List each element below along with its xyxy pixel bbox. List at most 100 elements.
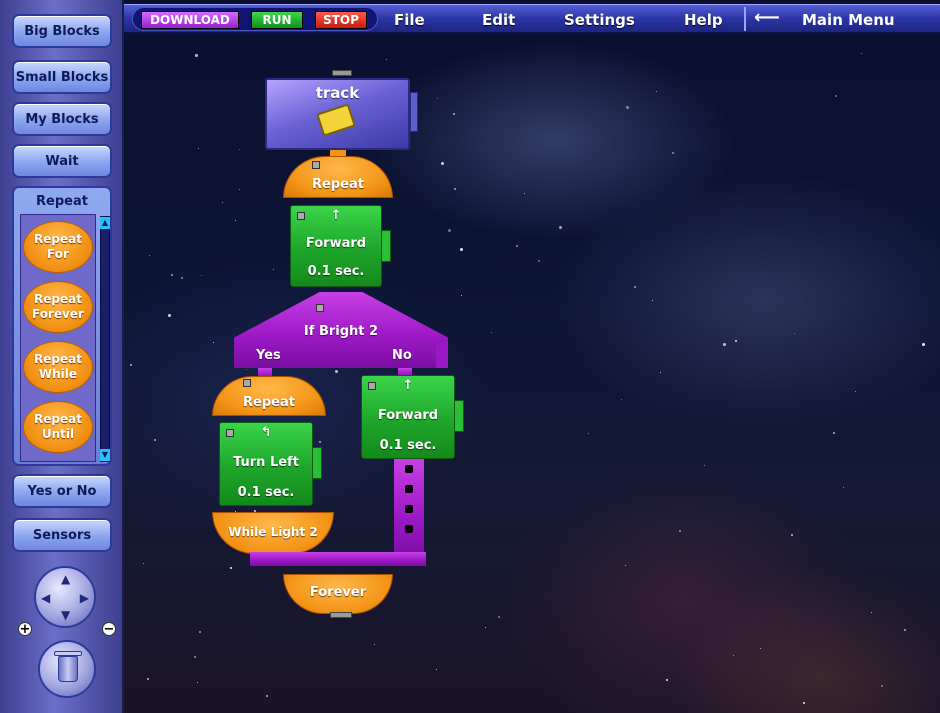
star: [655, 90, 657, 92]
yes-or-no-button[interactable]: Yes or No: [12, 474, 112, 508]
my-blocks-button[interactable]: My Blocks: [12, 102, 112, 136]
forward2-label: Forward: [377, 408, 439, 423]
zoom-out-icon[interactable]: −: [102, 622, 116, 636]
sensors-label: Sensors: [32, 527, 92, 543]
my-blocks-label: My Blocks: [25, 111, 99, 127]
inner-repeat-port-icon: [243, 379, 251, 387]
if-label: If Bright 2: [303, 324, 379, 339]
forward1-tab: [381, 230, 391, 262]
no-branch-rail: [394, 459, 424, 559]
star: [903, 629, 906, 632]
robot-icon: [316, 103, 356, 137]
star: [181, 276, 184, 279]
start-top-connector: [332, 70, 352, 76]
big-blocks-label: Big Blocks: [24, 23, 100, 39]
repeat-until-block[interactable]: Repeat Until: [23, 401, 93, 453]
outer-repeat-port-icon: [312, 161, 320, 169]
zoom-in-icon[interactable]: +: [18, 622, 32, 636]
star: [834, 95, 837, 98]
repeat-forever-block[interactable]: Repeat Forever: [23, 281, 93, 333]
star: [537, 259, 540, 262]
forward-block-1[interactable]: ↑ Forward 0.1 sec.: [290, 205, 391, 287]
pan-down-arrow-icon[interactable]: ▼: [61, 608, 70, 622]
rail-dot: [405, 505, 413, 513]
forward1-label: Forward: [305, 236, 367, 251]
forward2-duration: 0.1 sec.: [379, 438, 437, 453]
pan-left-arrow-icon[interactable]: ◀: [41, 591, 50, 605]
turn-left-tab: [312, 447, 322, 479]
repeat-category-title: Repeat: [36, 194, 88, 209]
forward-block-2[interactable]: ↑ Forward 0.1 sec.: [361, 375, 464, 459]
main-menu-label: Main Menu: [802, 11, 895, 29]
help-menu[interactable]: Help: [684, 11, 723, 29]
if-tab: [436, 342, 448, 368]
trash-icon: [58, 656, 78, 682]
repeat-for-block[interactable]: Repeat For: [23, 221, 93, 273]
stop-button[interactable]: STOP: [315, 11, 367, 29]
repeat-list-scrollbar[interactable]: ▲ ▼: [100, 216, 110, 462]
download-button[interactable]: DOWNLOAD: [141, 11, 239, 29]
turn-left-label: Turn Left: [233, 455, 299, 470]
no-branch-label: No: [392, 348, 412, 363]
star: [803, 701, 806, 704]
rail-dot: [405, 485, 413, 493]
settings-menu[interactable]: Settings: [564, 11, 635, 29]
wait-button[interactable]: Wait: [12, 144, 112, 178]
star: [703, 465, 705, 467]
repeat-while-block[interactable]: Repeat While: [23, 341, 93, 393]
edit-menu[interactable]: Edit: [482, 11, 515, 29]
if-port-icon: [316, 304, 324, 312]
star: [318, 440, 321, 443]
run-button[interactable]: RUN: [251, 11, 303, 29]
forward1-duration: 0.1 sec.: [307, 264, 365, 279]
small-blocks-button[interactable]: Small Blocks: [12, 60, 112, 94]
block-palette: Big Blocks Small Blocks My Blocks Wait R…: [0, 0, 124, 713]
star: [170, 273, 173, 276]
forever-label: Forever: [309, 585, 367, 600]
star: [452, 112, 455, 115]
pan-navigation-pad[interactable]: ▲ ▼ ◀ ▶: [34, 566, 96, 628]
outer-repeat-label: Repeat: [312, 177, 364, 192]
repeat-category-panel: Repeat Repeat For Repeat Forever Repeat …: [12, 186, 112, 466]
pan-right-arrow-icon[interactable]: ▶: [80, 591, 89, 605]
star: [435, 669, 437, 671]
forward2-tab: [454, 400, 464, 432]
bottom-connector: [330, 612, 352, 618]
turn-left-block[interactable]: ↰ Turn Left 0.1 sec.: [219, 422, 322, 506]
repeat-block-list: Repeat For Repeat Forever Repeat While R…: [20, 214, 96, 462]
while-label: While Light 2: [228, 525, 318, 539]
pan-up-arrow-icon[interactable]: ▲: [61, 572, 70, 586]
sensors-button[interactable]: Sensors: [12, 518, 112, 552]
start-block-track[interactable]: track: [265, 78, 410, 150]
yes-branch-label: Yes: [256, 348, 281, 363]
star: [860, 52, 862, 54]
start-block-title: track: [315, 84, 360, 102]
star: [460, 247, 464, 251]
star: [238, 188, 240, 190]
file-menu[interactable]: File: [394, 11, 425, 29]
star: [490, 332, 492, 334]
main-menu-button[interactable]: ⟵ Main Menu: [744, 7, 914, 31]
star: [272, 268, 274, 270]
trash-can-button[interactable]: [38, 640, 96, 698]
star: [671, 152, 674, 155]
wait-label: Wait: [45, 153, 79, 169]
star: [153, 439, 156, 442]
star: [733, 654, 735, 656]
star: [193, 655, 196, 658]
small-blocks-label: Small Blocks: [15, 69, 109, 85]
star: [212, 341, 214, 343]
star: [448, 228, 452, 232]
top-toolbar: DOWNLOAD RUN STOP File Edit Settings Hel…: [124, 4, 940, 34]
star: [793, 332, 795, 334]
star: [659, 371, 661, 373]
scroll-up-arrow-icon[interactable]: ▲: [100, 217, 110, 229]
forward-arrow-icon: ↑: [330, 208, 342, 223]
big-blocks-button[interactable]: Big Blocks: [12, 14, 112, 48]
start-block-tab: [410, 92, 418, 132]
branch-merge-bar: [250, 552, 426, 566]
inner-repeat-label: Repeat: [243, 395, 295, 410]
scroll-down-arrow-icon[interactable]: ▼: [100, 449, 110, 461]
star: [625, 106, 629, 110]
back-arrow-icon: ⟵: [754, 7, 780, 28]
